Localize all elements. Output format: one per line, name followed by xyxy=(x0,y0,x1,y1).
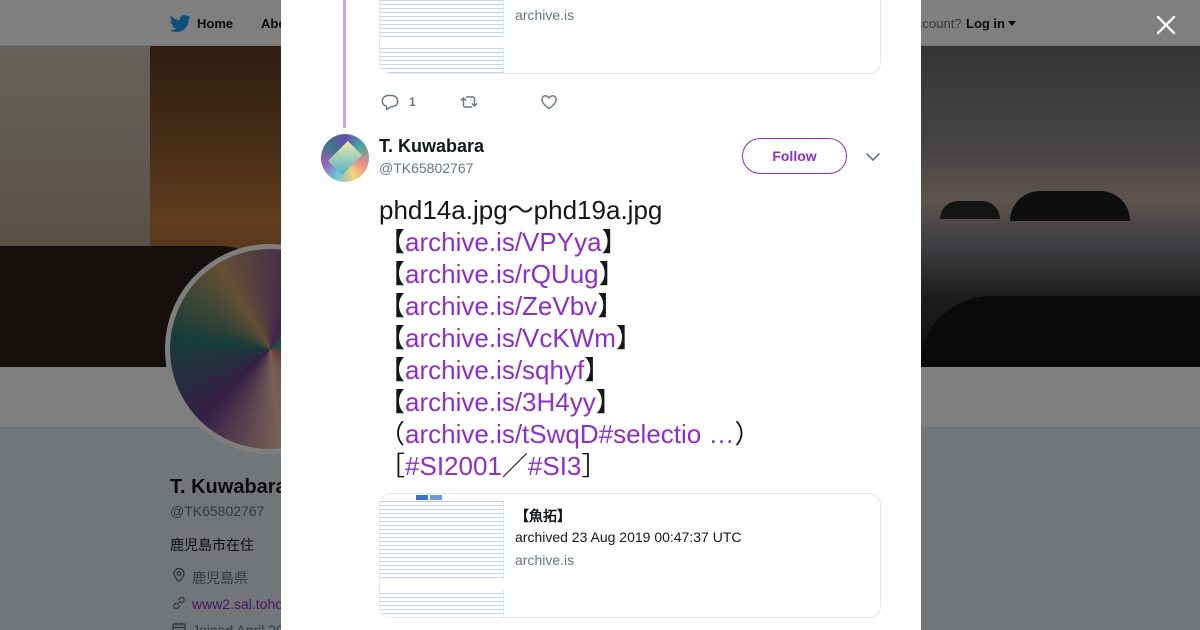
tweet-line: 【archive.is/ZeVbv】 xyxy=(379,290,899,322)
bracket-open: 【 xyxy=(379,227,406,257)
retweet-button[interactable] xyxy=(460,93,478,111)
hashtag-link[interactable]: #SI3 xyxy=(528,451,582,481)
hashtag-bracket-close: ］ xyxy=(581,451,608,481)
link-preview-card-previous[interactable]: archive.is xyxy=(379,0,881,74)
tweet-modal: archive.is 1 T. Kuwabara @TK65802767 Fol… xyxy=(281,0,921,630)
thumbnail-divider xyxy=(380,580,504,590)
tweet-line: 【archive.is/VcKWm】 xyxy=(379,322,899,354)
avatar-shape xyxy=(328,141,362,175)
bracket-close: 】 xyxy=(584,355,611,385)
paren-close: ） xyxy=(734,419,761,449)
bracket-close: 】 xyxy=(615,323,642,353)
paren-open: （ xyxy=(379,419,406,449)
tweet-line: 【archive.is/VPYya】 xyxy=(379,226,899,258)
archive-link[interactable]: archive.is/VPYya xyxy=(405,227,602,257)
close-icon[interactable] xyxy=(1152,11,1180,39)
archive-link[interactable]: archive.is/tSwqD#selectio … xyxy=(405,419,734,449)
bracket-open: 【 xyxy=(379,323,406,353)
bracket-close: 】 xyxy=(598,259,625,289)
tweet-text: phd14a.jpg～phd19a.jpg 【archive.is/VPYya】… xyxy=(379,194,899,482)
reply-count: 1 xyxy=(409,95,416,109)
link-preview-card[interactable]: 【魚拓】 archived 23 Aug 2019 00:47:37 UTC a… xyxy=(379,493,881,618)
hashtag-bracket-open: ［ xyxy=(379,451,406,481)
hashtag-link[interactable]: #SI2001 xyxy=(405,451,502,481)
retweet-icon xyxy=(460,96,478,108)
archive-link[interactable]: archive.is/3H4yy xyxy=(405,387,596,417)
reply-icon xyxy=(381,94,399,111)
tweet-line: 【archive.is/3H4yy】 xyxy=(379,386,899,418)
hashtag-separator: ／ xyxy=(501,451,528,481)
reply-button[interactable]: 1 xyxy=(381,93,416,111)
tweet-line: （archive.is/tSwqD#selectio …） xyxy=(379,418,899,450)
like-button[interactable] xyxy=(540,93,558,111)
tweet-line: 【archive.is/rQUug】 xyxy=(379,258,899,290)
card-thumbnail xyxy=(380,0,504,73)
tweet-line: phd14a.jpg～phd19a.jpg xyxy=(379,194,899,226)
heart-icon xyxy=(541,95,557,110)
tweet-author-handle[interactable]: @TK65802767 xyxy=(379,160,473,176)
archive-link[interactable]: archive.is/ZeVbv xyxy=(405,291,597,321)
bracket-close: 】 xyxy=(595,387,622,417)
tweet-author-avatar[interactable] xyxy=(321,134,369,182)
tweet-hashtag-line: ［#SI2001／#SI3］ xyxy=(379,450,899,482)
thumbnail-tab xyxy=(430,495,442,500)
archive-link[interactable]: archive.is/sqhyf xyxy=(405,355,584,385)
bracket-close: 】 xyxy=(601,227,628,257)
follow-button[interactable]: Follow xyxy=(742,138,847,174)
bracket-close: 】 xyxy=(597,291,624,321)
card-description: archived 23 Aug 2019 00:47:37 UTC xyxy=(515,529,742,545)
card-domain: archive.is xyxy=(515,7,575,23)
bracket-open: 【 xyxy=(379,291,406,321)
bracket-open: 【 xyxy=(379,355,406,385)
card-thumbnail xyxy=(380,494,504,617)
thread-connector-line xyxy=(343,0,346,128)
thumbnail-divider xyxy=(380,37,504,47)
archive-link[interactable]: archive.is/rQUug xyxy=(405,259,599,289)
tweet-line-text: phd14a.jpg～phd19a.jpg xyxy=(379,195,663,225)
tweet-line: 【archive.is/sqhyf】 xyxy=(379,354,899,386)
card-title: 【魚拓】 xyxy=(515,508,571,524)
bracket-open: 【 xyxy=(379,259,406,289)
tweet-author-name[interactable]: T. Kuwabara xyxy=(379,136,484,157)
bracket-open: 【 xyxy=(379,387,406,417)
chevron-down-icon[interactable] xyxy=(865,150,881,164)
card-domain: archive.is xyxy=(515,552,575,568)
thumbnail-tab xyxy=(416,495,428,500)
thumbnail-header xyxy=(380,494,504,502)
archive-link[interactable]: archive.is/VcKWm xyxy=(405,323,616,353)
